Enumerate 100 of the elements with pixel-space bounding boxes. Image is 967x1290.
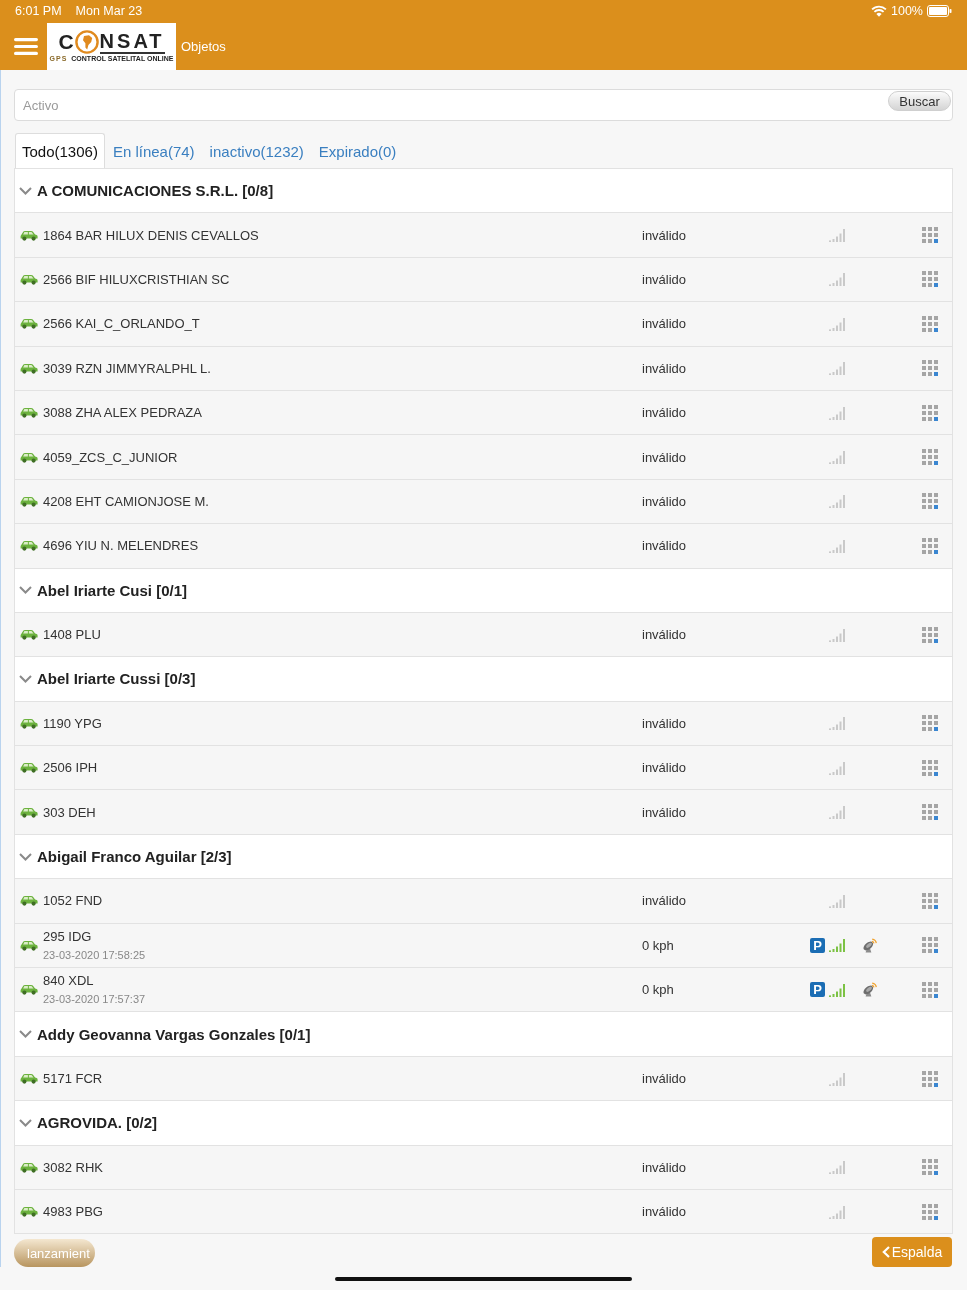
group-title: A COMUNICACIONES S.R.L. [0/8] — [37, 182, 274, 200]
object-status: inválido — [642, 893, 688, 909]
object-row[interactable]: 1864 BAR HILUX DENIS CEVALLOS inválido — [15, 213, 952, 258]
grid-menu-icon[interactable] — [922, 1070, 938, 1087]
grid-menu-icon[interactable] — [922, 404, 938, 421]
group-title: Abel Iriarte Cusi [0/1] — [37, 581, 188, 599]
grid-menu-icon[interactable] — [922, 1203, 938, 1220]
car-icon — [20, 1161, 38, 1173]
menu-button[interactable] — [14, 37, 38, 55]
tab[interactable]: Expirado(0) — [311, 133, 404, 168]
object-row[interactable]: 2506 IPH inválido — [15, 746, 952, 791]
object-status: inválido — [642, 493, 688, 509]
object-row[interactable]: 295 IDG 23-03-2020 17:58:25 0 kph P — [15, 923, 952, 969]
chevron-left-icon — [881, 1246, 890, 1259]
group-title: AGROVIDA. [0/2] — [37, 1114, 157, 1132]
object-status: inválido — [642, 1204, 688, 1220]
status-date: Mon Mar 23 — [75, 4, 143, 18]
object-name: 1864 BAR HILUX DENIS CEVALLOS — [43, 226, 260, 244]
object-name: 1052 FND — [43, 892, 104, 910]
grid-menu-icon[interactable] — [922, 227, 938, 244]
object-row[interactable]: 5171 FCR inválido — [15, 1056, 952, 1102]
object-row[interactable]: 2566 BIF HILUXCRISTHIAN SC inválido — [15, 257, 952, 303]
grid-menu-icon[interactable] — [922, 449, 938, 466]
object-name: 3039 RZN JIMMYRALPHL L. — [43, 359, 212, 377]
object-row[interactable]: 4696 YIU N. MELENDRES inválido — [15, 524, 952, 569]
status-time: 6:01 PM — [15, 4, 62, 18]
object-row[interactable]: 840 XDL 23-03-2020 17:57:37 0 kph P — [15, 968, 952, 1013]
object-row[interactable]: 3039 RZN JIMMYRALPHL L. inválido — [15, 346, 952, 391]
grid-menu-icon[interactable] — [922, 937, 938, 954]
object-status: inválido — [642, 760, 688, 776]
battery-percentage: 100% — [891, 4, 923, 18]
object-status: inválido — [642, 804, 688, 820]
car-icon — [20, 762, 38, 774]
tab[interactable]: En línea(74) — [105, 133, 202, 168]
search-field[interactable]: Activo Buscar — [14, 89, 953, 121]
car-icon — [20, 407, 38, 419]
car-icon — [20, 806, 38, 818]
grid-menu-icon[interactable] — [922, 315, 938, 332]
grid-menu-icon[interactable] — [922, 360, 938, 377]
tab[interactable]: inactivo(1232) — [202, 133, 311, 168]
car-icon — [20, 362, 38, 374]
grid-menu-icon[interactable] — [922, 981, 938, 998]
object-name: 3088 ZHA ALEX PEDRAZA — [43, 404, 203, 422]
search-button[interactable]: Buscar — [888, 91, 951, 111]
grid-menu-icon[interactable] — [922, 715, 938, 732]
car-icon — [20, 939, 38, 951]
car-icon — [20, 451, 38, 463]
grid-menu-icon[interactable] — [922, 626, 938, 643]
grid-menu-icon[interactable] — [922, 759, 938, 776]
wifi-icon — [871, 5, 887, 17]
car-icon — [20, 629, 38, 641]
object-name: 303 DEH — [43, 803, 97, 821]
car-icon — [20, 229, 38, 241]
satellite-dish-icon — [862, 937, 877, 953]
globe-icon — [74, 30, 99, 54]
object-row[interactable]: 1190 YPG inválido — [15, 701, 952, 747]
object-name: 4696 YIU N. MELENDRES — [43, 537, 200, 555]
object-name: 3082 RHK — [43, 1158, 104, 1176]
object-status: inválido — [642, 360, 688, 376]
object-row[interactable]: 3082 RHK inválido — [15, 1145, 952, 1190]
object-row[interactable]: 303 DEH inválido — [15, 790, 952, 835]
object-status: inválido — [642, 271, 688, 287]
car-icon — [20, 495, 38, 507]
grid-menu-icon[interactable] — [922, 493, 938, 510]
page-title: Objetos — [181, 38, 226, 54]
object-row[interactable]: 4059_ZCS_C_JUNIOR inválido — [15, 435, 952, 480]
group-title: Abigail Franco Aguilar [2/3] — [37, 848, 232, 866]
grid-menu-icon[interactable] — [922, 804, 938, 821]
car-icon — [20, 717, 38, 729]
object-row[interactable]: 2566 KAI_C_ORLANDO_T inválido — [15, 302, 952, 347]
object-row[interactable]: 1408 PLU inválido — [15, 612, 952, 658]
car-icon — [20, 984, 38, 996]
object-timestamp: 23-03-2020 17:58:25 — [43, 947, 147, 963]
group-title: Abel Iriarte Cussi [0/3] — [37, 670, 196, 688]
object-status: inválido — [642, 449, 688, 465]
object-status: inválido — [642, 1071, 688, 1086]
grid-menu-icon[interactable] — [922, 1159, 938, 1176]
car-icon — [20, 540, 38, 552]
object-status: inválido — [642, 715, 688, 731]
grid-menu-icon[interactable] — [922, 892, 938, 909]
object-status: inválido — [642, 405, 688, 421]
object-name: 5171 FCR — [43, 1070, 104, 1087]
object-row[interactable]: 4208 EHT CAMIONJOSE M. inválido — [15, 479, 952, 525]
object-row[interactable]: 3088 ZHA ALEX PEDRAZA inválido — [15, 390, 952, 436]
object-status: 0 kph — [642, 982, 675, 998]
object-name: 840 XDL — [43, 972, 95, 990]
parking-badge: P — [810, 982, 825, 998]
parking-badge: P — [810, 937, 825, 953]
tab[interactable]: Todo(1306) — [15, 133, 105, 168]
object-row[interactable]: 1052 FND inválido — [15, 879, 952, 924]
object-row[interactable]: 4983 PBG inválido — [15, 1190, 952, 1235]
grid-menu-icon[interactable] — [922, 537, 938, 554]
satellite-dish-icon — [862, 982, 877, 998]
object-name: 4208 EHT CAMIONJOSE M. — [43, 492, 210, 510]
object-name: 2506 IPH — [43, 759, 99, 777]
grid-menu-icon[interactable] — [922, 271, 938, 288]
group-title: Addy Geovanna Vargas Gonzales [0/1] — [37, 1025, 311, 1043]
object-timestamp: 23-03-2020 17:57:37 — [43, 992, 147, 1008]
object-name: 1190 YPG — [43, 714, 103, 732]
object-name: 2566 BIF HILUXCRISTHIAN SC — [43, 270, 231, 288]
